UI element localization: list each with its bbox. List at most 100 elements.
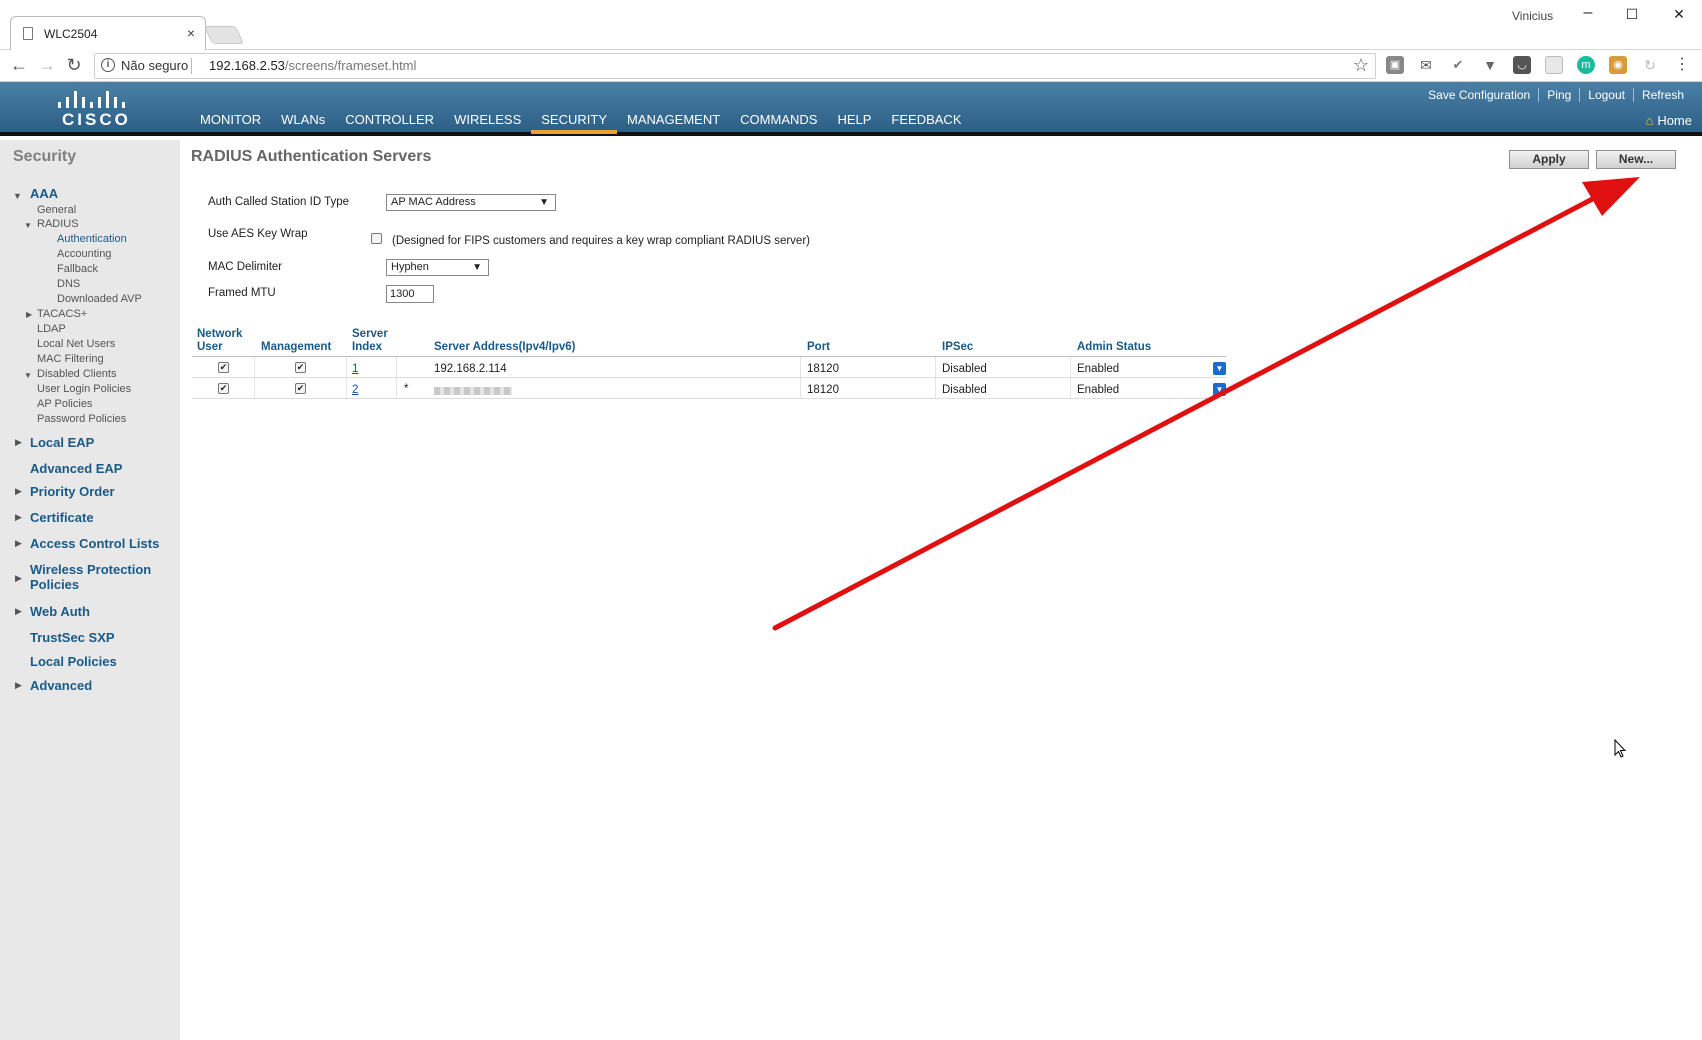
sidebar-item-ldap[interactable]: LDAP: [37, 323, 66, 335]
home-link[interactable]: ⌂ Home: [1645, 113, 1692, 128]
row2-management-checkbox[interactable]: ✔: [295, 383, 306, 394]
col-management: Management: [261, 341, 332, 353]
forward-arrow-icon[interactable]: →: [36, 56, 58, 74]
url-text[interactable]: 192.168.2.53/screens/frameset.html: [209, 58, 416, 73]
nav-help[interactable]: HELP: [827, 112, 881, 134]
close-window-icon[interactable]: ✕: [1664, 6, 1694, 23]
sync-icon[interactable]: ↻: [1641, 56, 1659, 74]
security-status[interactable]: Não seguro: [121, 58, 188, 73]
sidebar-item-accounting[interactable]: Accounting: [57, 248, 111, 260]
apply-button[interactable]: Apply: [1509, 150, 1589, 169]
sidebar-item-certificate[interactable]: Certificate: [30, 510, 94, 525]
page-icon: [23, 27, 33, 40]
sidebar-item-access-control-lists[interactable]: Access Control Lists: [30, 536, 159, 551]
browser-tab[interactable]: WLC2504 ×: [10, 16, 206, 50]
tab-close-icon[interactable]: ×: [187, 25, 195, 41]
nav-security[interactable]: SECURITY: [531, 112, 617, 134]
collapsed-triangle-icon[interactable]: ▶: [15, 538, 22, 549]
row2-network-user-checkbox[interactable]: ✔: [218, 383, 229, 394]
sidebar-item-radius[interactable]: RADIUS: [37, 218, 79, 230]
row1-action-dropdown-icon[interactable]: ▼: [1213, 362, 1226, 375]
nav-monitor[interactable]: MONITOR: [190, 112, 271, 134]
sidebar-item-trustsec-sxp[interactable]: TrustSec SXP: [30, 630, 115, 645]
sidebar-item-disabled-clients[interactable]: Disabled Clients: [37, 368, 116, 380]
expanded-triangle-icon[interactable]: ▼: [24, 221, 32, 230]
page-title: RADIUS Authentication Servers: [191, 148, 432, 165]
sidebar-item-dns[interactable]: DNS: [57, 278, 80, 290]
sidebar-item-user-login-policies[interactable]: User Login Policies: [37, 383, 131, 395]
sidebar-item-advanced[interactable]: Advanced: [30, 678, 92, 693]
nav-controller[interactable]: CONTROLLER: [335, 112, 444, 134]
row2-action-dropdown-icon[interactable]: ▼: [1213, 383, 1226, 396]
new-tab-button[interactable]: [203, 26, 245, 44]
new-button[interactable]: New...: [1596, 150, 1676, 169]
col-server-index: Server Index: [352, 328, 388, 354]
save-configuration-link[interactable]: Save Configuration: [1420, 88, 1538, 102]
sidebar-item-priority-order[interactable]: Priority Order: [30, 484, 115, 499]
sidebar-item-local-net-users[interactable]: Local Net Users: [37, 338, 115, 350]
collapsed-triangle-icon[interactable]: ▶: [15, 512, 22, 523]
sidebar-item-password-policies[interactable]: Password Policies: [37, 413, 126, 425]
sidebar-item-downloaded-avp[interactable]: Downloaded AVP: [57, 293, 142, 305]
row2-ipsec: Disabled: [942, 384, 987, 396]
row1-server-index-link[interactable]: 1: [352, 363, 358, 375]
mail-icon[interactable]: ✉: [1417, 56, 1435, 74]
col-port: Port: [807, 341, 830, 353]
minimize-icon[interactable]: –: [1573, 4, 1603, 22]
sidebar-item-local-eap[interactable]: Local EAP: [30, 435, 94, 450]
back-arrow-icon[interactable]: ←: [8, 56, 30, 74]
sidebar-item-local-policies[interactable]: Local Policies: [30, 654, 117, 669]
sidebar-item-web-auth[interactable]: Web Auth: [30, 604, 90, 619]
sidebar-item-general[interactable]: General: [37, 204, 76, 216]
reload-icon[interactable]: ↻: [63, 56, 85, 74]
collapsed-triangle-icon[interactable]: ▶: [15, 573, 22, 584]
row2-server-index-link[interactable]: 2: [352, 384, 358, 396]
expanded-triangle-icon[interactable]: ▼: [24, 371, 32, 380]
face-extension-icon[interactable]: ◉: [1609, 56, 1627, 74]
mac-delimiter-select[interactable]: Hyphen ▼: [386, 259, 489, 276]
nav-wireless[interactable]: WIRELESS: [444, 112, 531, 134]
collapsed-triangle-icon[interactable]: ▶: [26, 310, 32, 319]
expanded-triangle-icon[interactable]: ▼: [13, 191, 22, 201]
sidebar-item-fallback[interactable]: Fallback: [57, 263, 98, 275]
sidebar-item-tacacs[interactable]: TACACS+: [37, 308, 87, 320]
sidebar-item-wireless-protection-policies[interactable]: Policies: [30, 577, 79, 592]
vpn-icon[interactable]: ▼: [1481, 56, 1499, 74]
tab-title: WLC2504: [44, 27, 98, 41]
framed-mtu-input[interactable]: 1300: [386, 285, 434, 303]
collapsed-triangle-icon[interactable]: ▶: [15, 606, 22, 617]
sidebar-item-ap-policies[interactable]: AP Policies: [37, 398, 92, 410]
m-extension-icon[interactable]: m: [1577, 56, 1595, 74]
info-icon[interactable]: i: [101, 58, 115, 72]
aes-key-wrap-checkbox[interactable]: [371, 233, 382, 244]
sidebar-item-advanced-eap[interactable]: Advanced EAP: [30, 461, 122, 476]
home-label: Home: [1657, 113, 1692, 128]
sidebar-item-wireless-protection[interactable]: Wireless Protection: [30, 562, 151, 577]
sidebar-item-aaa[interactable]: AAA: [30, 186, 58, 201]
collapsed-triangle-icon[interactable]: ▶: [15, 680, 22, 691]
maximize-icon[interactable]: ☐: [1617, 6, 1647, 23]
logout-link[interactable]: Logout: [1579, 88, 1633, 102]
collapsed-triangle-icon[interactable]: ▶: [15, 486, 22, 497]
notes-icon[interactable]: [1545, 56, 1563, 74]
extension-icon[interactable]: ▣: [1386, 56, 1404, 74]
ping-link[interactable]: Ping: [1538, 88, 1579, 102]
pocket-icon[interactable]: ◡: [1513, 56, 1531, 74]
nav-feedback[interactable]: FEEDBACK: [881, 112, 971, 134]
nav-management[interactable]: MANAGEMENT: [617, 112, 730, 134]
main-nav: MONITOR WLANs CONTROLLER WIRELESS SECURI…: [190, 112, 972, 134]
nav-wlans[interactable]: WLANs: [271, 112, 335, 134]
station-id-select[interactable]: AP MAC Address ▼: [386, 194, 556, 211]
refresh-link[interactable]: Refresh: [1632, 88, 1692, 102]
nav-commands[interactable]: COMMANDS: [730, 112, 827, 134]
collapsed-triangle-icon[interactable]: ▶: [15, 437, 22, 448]
row1-network-user-checkbox[interactable]: ✔: [218, 362, 229, 373]
menu-kebab-icon[interactable]: ⋮: [1673, 56, 1691, 74]
row1-management-checkbox[interactable]: ✔: [295, 362, 306, 373]
sidebar-item-authentication[interactable]: Authentication: [57, 233, 127, 245]
url-path: /screens/frameset.html: [284, 58, 417, 73]
url-input[interactable]: i Não seguro 192.168.2.53/screens/frames…: [94, 53, 1376, 79]
bookmark-star-icon[interactable]: ☆: [1353, 55, 1369, 76]
check-circle-icon[interactable]: ✔: [1449, 56, 1467, 74]
sidebar-item-mac-filtering[interactable]: MAC Filtering: [37, 353, 104, 365]
